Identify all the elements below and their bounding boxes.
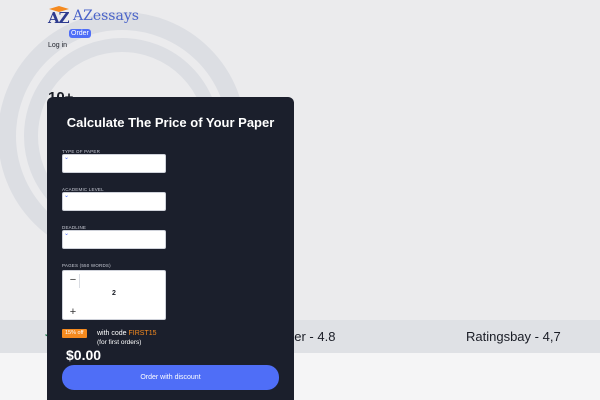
logo-mark-letters: AZ <box>48 9 70 27</box>
rating-item: ber - 4.8 <box>287 329 335 344</box>
decrement-button[interactable]: − <box>67 272 79 288</box>
calculator-title: Calculate The Price of Your Paper <box>66 115 275 130</box>
chevron-down-icon: ⌄ <box>64 193 70 199</box>
promo-text-prefix: with code <box>97 330 127 337</box>
chevron-down-icon: ⌄ <box>64 155 70 161</box>
order-button[interactable]: Order <box>69 29 91 38</box>
type-of-paper-select[interactable]: ⌄ <box>62 154 166 173</box>
rating-score: - 4,7 <box>534 329 561 344</box>
pages-stepper: − 2 + <box>62 270 166 320</box>
order-with-discount-button[interactable]: Order with discount <box>62 365 279 390</box>
promo-code: FIRST15 <box>128 330 157 337</box>
stepper-divider <box>79 274 80 288</box>
chevron-down-icon: ⌄ <box>64 231 70 237</box>
promo-text: with code FIRST15 <box>97 329 157 338</box>
logo-mark-icon: AZ <box>48 6 70 26</box>
rating-score: - 4.8 <box>309 329 336 344</box>
pages-label: PAGES (550 WORDS) <box>62 263 111 268</box>
price-calculator: Calculate The Price of Your Paper TYPE O… <box>47 97 294 400</box>
rating-site-name: Ratingsbay <box>466 329 532 344</box>
rating-item: Ratingsbay - 4,7 <box>466 329 561 344</box>
increment-button[interactable]: + <box>67 304 79 320</box>
pages-value[interactable]: 2 <box>63 290 165 297</box>
login-link[interactable]: Log in <box>48 42 67 49</box>
promo-note: (for first orders) <box>97 339 142 346</box>
deadline-select[interactable]: ⌄ <box>62 230 166 249</box>
price-total: $0.00 <box>66 347 102 363</box>
discount-badge: 15% off <box>62 329 87 338</box>
academic-level-select[interactable]: ⌄ <box>62 192 166 211</box>
site-logo[interactable]: AZ AZessays <box>48 6 139 26</box>
logo-text: AZessays <box>73 8 139 24</box>
